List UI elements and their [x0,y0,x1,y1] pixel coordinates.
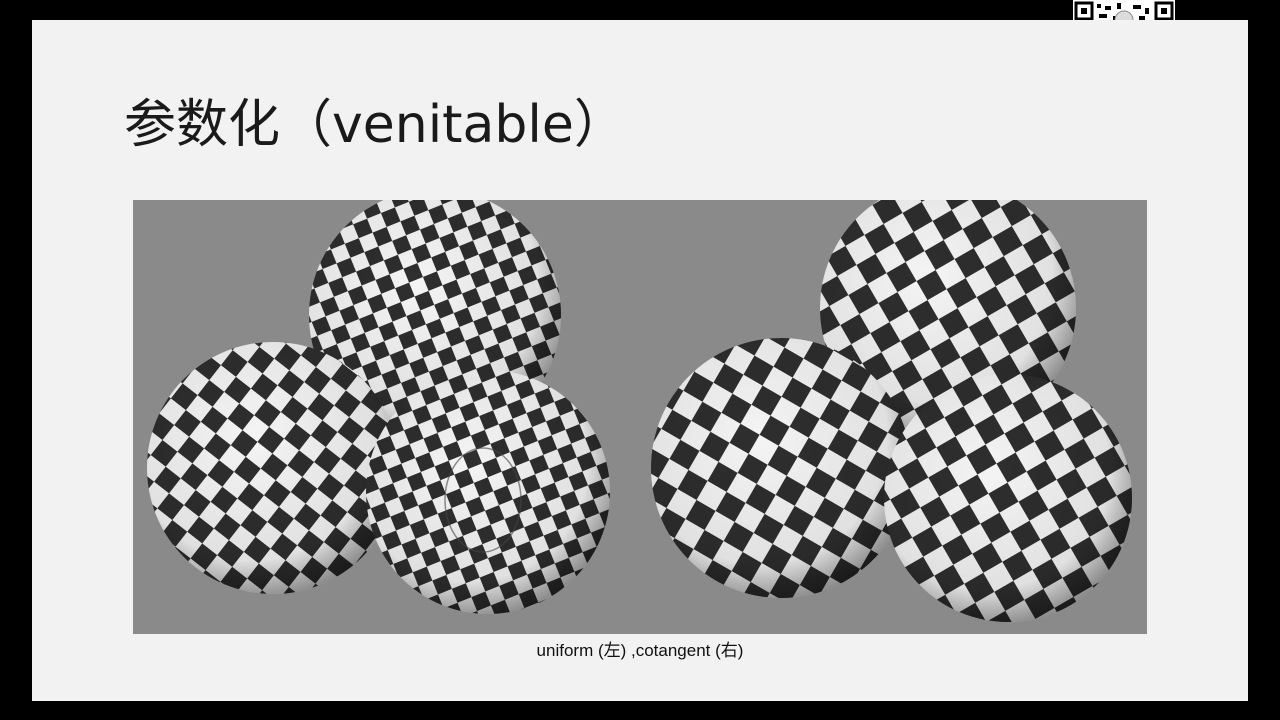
cotangent-spheres [651,200,1132,622]
figure-caption: uniform (左) ,cotangent (右) [536,641,744,660]
uniform-spheres [147,200,610,614]
checkerboard-spheres-illustration [147,200,1132,622]
slide: 参数化（venitable） uniform (左) ,cotangent (右… [32,20,1248,701]
slide-title: 参数化（venitable） [124,95,626,155]
parameterization-figure [133,200,1147,634]
